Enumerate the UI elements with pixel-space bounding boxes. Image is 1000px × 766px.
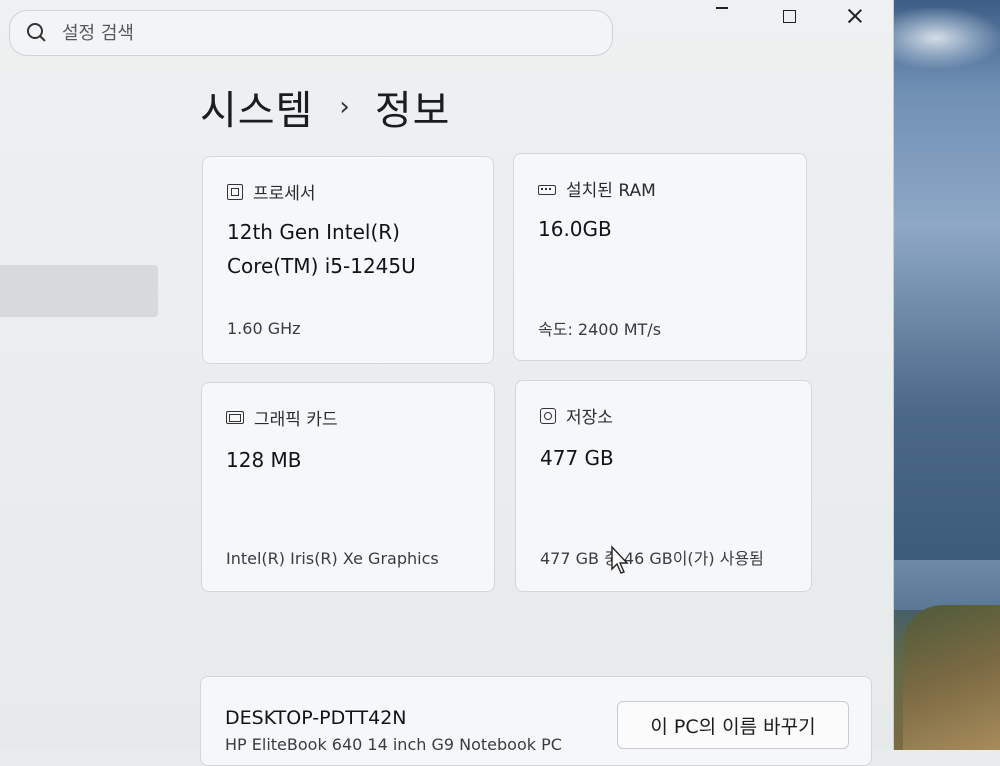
breadcrumb: 시스템 › 정보 (200, 78, 450, 136)
search-input[interactable] (60, 21, 584, 45)
graphics-value: 128 MB (226, 448, 302, 472)
device-name: DESKTOP-PDTT42N (225, 707, 407, 729)
graphics-name: Intel(R) Iris(R) Xe Graphics (226, 549, 439, 568)
search-box[interactable] (9, 10, 613, 56)
storage-value: 477 GB (540, 446, 614, 470)
device-model: HP EliteBook 640 14 inch G9 Notebook PC (225, 735, 562, 754)
close-icon (848, 9, 862, 23)
page-title: 정보 (374, 88, 451, 134)
breadcrumb-separator: › (339, 92, 351, 122)
breadcrumb-parent[interactable]: 시스템 (200, 78, 313, 136)
graphics-label: 그래픽 카드 (254, 410, 338, 430)
wallpaper-clouds (893, 8, 1000, 68)
wallpaper-sea (893, 560, 1000, 610)
storage-usage: 477 GB 중 46 GB이(가) 사용됨 (540, 549, 764, 568)
processor-card: 프로세서 12th Gen Intel(R) Core(TM) i5-1245U… (202, 156, 494, 364)
cpu-icon (227, 183, 243, 200)
gpu-icon (226, 411, 244, 424)
storage-card: 저장소 477 GB 477 GB 중 46 GB이(가) 사용됨 (515, 380, 812, 592)
settings-window: 시스템 › 정보 프로세서 12th Gen Intel(R) Core(TM)… (0, 0, 894, 766)
graphics-card: 그래픽 카드 128 MB Intel(R) Iris(R) Xe Graphi… (201, 382, 495, 592)
minimize-icon (716, 7, 728, 9)
ram-speed: 속도: 2400 MT/s (538, 320, 662, 339)
close-button[interactable] (826, 2, 884, 30)
device-name-card: DESKTOP-PDTT42N HP EliteBook 640 14 inch… (200, 676, 872, 766)
maximize-icon (782, 9, 796, 23)
mouse-cursor-icon (611, 545, 629, 574)
wallpaper-rocks (903, 605, 1000, 750)
processor-value: 12th Gen Intel(R) Core(TM) i5-1245U (227, 220, 416, 278)
ram-card: 설치된 RAM 16.0GB 속도: 2400 MT/s (513, 153, 807, 361)
ram-icon (538, 184, 556, 195)
ram-value: 16.0GB (538, 217, 612, 241)
search-icon (26, 22, 48, 44)
drive-icon (540, 407, 556, 424)
rename-pc-button[interactable]: 이 PC의 이름 바꾸기 (617, 701, 849, 749)
processor-speed: 1.60 GHz (227, 319, 301, 338)
sidebar-item-selected[interactable] (0, 265, 158, 317)
processor-label: 프로세서 (253, 184, 316, 204)
desktop-wallpaper (893, 0, 1000, 750)
maximize-button[interactable] (760, 2, 818, 30)
storage-label: 저장소 (566, 408, 613, 428)
minimize-button[interactable] (693, 2, 751, 30)
ram-label: 설치된 RAM (566, 181, 656, 201)
